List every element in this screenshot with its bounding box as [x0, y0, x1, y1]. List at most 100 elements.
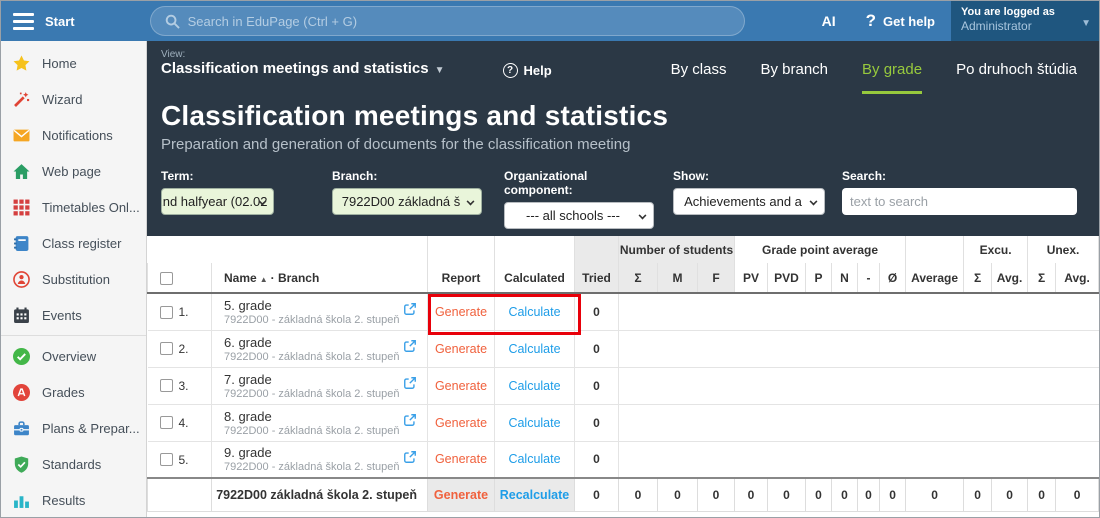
user-role: Administrator — [961, 19, 1077, 33]
show-select[interactable]: Achievements and a — [673, 188, 825, 215]
generate-link[interactable]: Generate — [435, 379, 487, 393]
external-link-icon[interactable] — [403, 450, 417, 467]
hamburger-menu-button[interactable] — [1, 1, 45, 41]
column-header-tried: Tried — [575, 263, 619, 293]
sidebar-item-overview[interactable]: Overview — [1, 338, 146, 374]
caret-down-icon: ▼ — [435, 65, 445, 76]
grade-name: 9. grade — [224, 445, 427, 460]
external-link-icon[interactable] — [403, 339, 417, 356]
branch-label: Branch: — [332, 169, 482, 183]
view-selector[interactable]: View: Classification meetings and statis… — [161, 49, 445, 77]
search-icon — [165, 14, 180, 29]
generate-link[interactable]: Generate — [435, 342, 487, 356]
help-button[interactable]: ? Help — [503, 63, 552, 78]
select-all-checkbox[interactable] — [160, 272, 173, 285]
briefcase-icon — [13, 420, 30, 437]
sidebar-item-standards[interactable]: Standards — [1, 446, 146, 482]
calculate-link[interactable]: Calculate — [508, 416, 560, 430]
external-link-icon[interactable] — [403, 413, 417, 430]
grade-name: 8. grade — [224, 409, 427, 424]
sidebar-item-grades[interactable]: Grades — [1, 374, 146, 410]
tab-by-grade[interactable]: By grade — [862, 61, 922, 94]
org-component-label: Organizational component: — [504, 169, 654, 197]
statistics-table: Number of students Grade point average E… — [147, 236, 1099, 518]
grade-branch: 7922D00 - základná škola 2. stupeň — [224, 351, 427, 363]
get-help-label: Get help — [883, 14, 935, 29]
row-checkbox[interactable] — [160, 342, 173, 355]
help-circle-icon: ? — [503, 63, 518, 78]
external-link-icon[interactable] — [403, 302, 417, 319]
sidebar-item-wizard[interactable]: Wizard — [1, 81, 146, 117]
tried-value: 0 — [575, 404, 619, 441]
grade-name: 7. grade — [224, 372, 427, 387]
bar-chart-icon — [13, 492, 30, 509]
tab-po-druhoch-studia[interactable]: Po druhoch štúdia — [956, 61, 1077, 94]
table-row: 3. 7. grade 7922D00 - základná škola 2. … — [148, 367, 1099, 404]
column-header-calculated: Calculated — [495, 263, 575, 293]
chevron-down-icon — [467, 198, 475, 206]
topbar: Start AI ? Get help You are logged as Ad… — [1, 1, 1099, 41]
table-search-input[interactable] — [842, 188, 1077, 215]
grade-circle-icon — [13, 384, 30, 401]
show-label: Show: — [673, 169, 825, 183]
page-header: View: Classification meetings and statis… — [147, 41, 1099, 236]
summary-branch-name: 7922D00 základná škola 2. stupeň — [212, 478, 428, 511]
tried-value: 0 — [575, 293, 619, 330]
column-header-average: Average — [906, 263, 964, 293]
calculate-link[interactable]: Calculate — [508, 305, 560, 319]
sidebar-item-plans[interactable]: Plans & Prepar... — [1, 410, 146, 446]
grade-branch: 7922D00 - základná škola 2. stupeň — [224, 314, 427, 326]
generate-link[interactable]: Generate — [435, 305, 487, 319]
generate-link[interactable]: Generate — [435, 416, 487, 430]
grade-branch: 7922D00 - základná škola 2. stupeň — [224, 388, 427, 400]
edupage-window: Start AI ? Get help You are logged as Ad… — [0, 0, 1100, 518]
magic-wand-icon — [13, 91, 30, 108]
view-tabs: By class By branch By grade Po druhoch š… — [671, 49, 1077, 94]
sidebar-item-results[interactable]: Results — [1, 482, 146, 518]
chevron-down-icon — [810, 198, 818, 206]
generate-all-link[interactable]: Generate — [434, 488, 488, 502]
star-icon — [13, 55, 30, 72]
summary-row: 7922D00 základná škola 2. stupeň Generat… — [148, 478, 1099, 511]
branch-select[interactable]: 7922D00 základná š — [332, 188, 482, 215]
sidebar-item-home[interactable]: Home — [1, 45, 146, 81]
global-search[interactable] — [150, 6, 745, 36]
column-header-name[interactable]: Name▲· Branch — [212, 263, 428, 293]
tried-value: 0 — [575, 367, 619, 404]
grade-branch: 7922D00 - základná škola 2. stupeň — [224, 425, 427, 437]
tab-by-branch[interactable]: By branch — [760, 61, 828, 94]
get-help-button[interactable]: ? Get help — [850, 11, 951, 31]
sidebar-item-web-page[interactable]: Web page — [1, 153, 146, 189]
row-checkbox[interactable] — [160, 379, 173, 392]
person-alert-icon — [13, 271, 30, 288]
search-label: Search: — [842, 169, 1077, 183]
sidebar-item-substitution[interactable]: Substitution — [1, 261, 146, 297]
sidebar-item-notifications[interactable]: Notifications — [1, 117, 146, 153]
global-search-input[interactable] — [188, 14, 744, 29]
row-checkbox[interactable] — [160, 453, 173, 466]
sidebar-item-timetables[interactable]: Timetables Onl... — [1, 189, 146, 225]
filter-bar: Term: 2nd halfyear (02.02 Branch: 7922D0… — [161, 169, 1077, 229]
row-checkbox[interactable] — [160, 306, 173, 319]
calculate-link[interactable]: Calculate — [508, 379, 560, 393]
sidebar-item-events[interactable]: Events — [1, 297, 146, 333]
tab-by-class[interactable]: By class — [671, 61, 727, 94]
column-header-report: Report — [428, 263, 495, 293]
page-title: Classification meetings and statistics — [161, 100, 1077, 132]
calculate-link[interactable]: Calculate — [508, 452, 560, 466]
ai-button[interactable]: AI — [808, 13, 850, 29]
sidebar-item-class-register[interactable]: Class register — [1, 225, 146, 261]
external-link-icon[interactable] — [403, 376, 417, 393]
term-select[interactable]: 2nd halfyear (02.02 — [161, 188, 274, 215]
start-menu-label[interactable]: Start — [45, 14, 75, 29]
user-menu[interactable]: You are logged as Administrator ▼ — [951, 1, 1099, 41]
generate-link[interactable]: Generate — [435, 452, 487, 466]
row-checkbox[interactable] — [160, 416, 173, 429]
table-row: 2. 6. grade 7922D00 - základná škola 2. … — [148, 330, 1099, 367]
calculate-link[interactable]: Calculate — [508, 342, 560, 356]
grade-name: 6. grade — [224, 335, 427, 350]
group-excused: Excu. — [964, 236, 1028, 263]
org-component-select[interactable]: --- all schools --- — [504, 202, 654, 229]
sort-ascending-icon: ▲ — [260, 275, 268, 284]
recalculate-all-link[interactable]: Recalculate — [500, 488, 569, 502]
